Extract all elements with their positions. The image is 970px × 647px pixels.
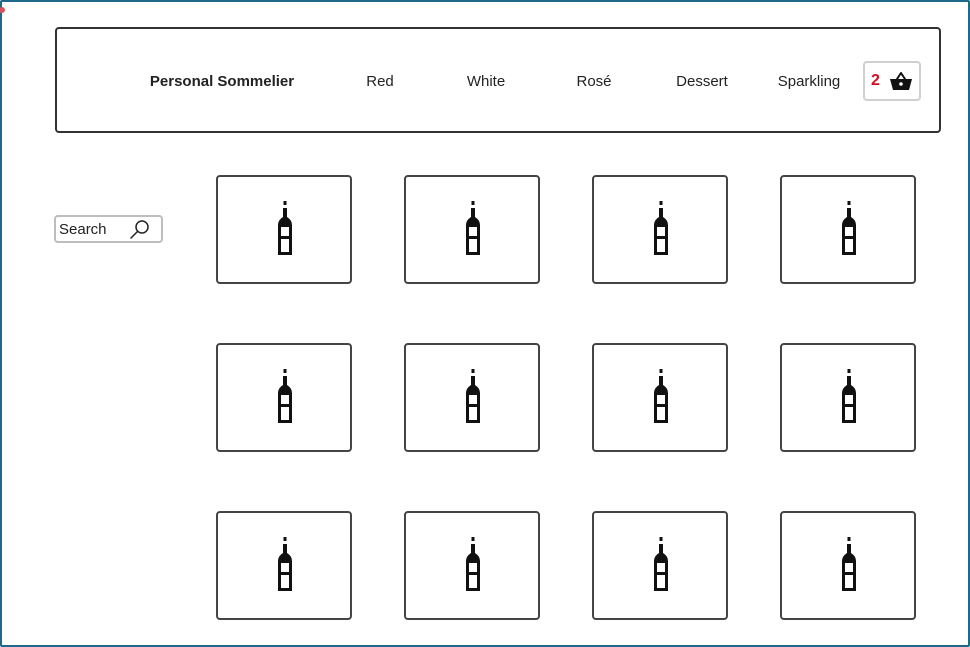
product-card[interactable] — [216, 343, 352, 452]
nav-item-dessert[interactable]: Dessert — [676, 73, 728, 90]
search-box — [54, 215, 163, 243]
wine-bottle-icon — [654, 369, 668, 423]
nav-item-sparkling[interactable]: Sparkling — [778, 73, 841, 90]
product-card[interactable] — [216, 511, 352, 620]
product-card[interactable] — [592, 511, 728, 620]
nav-item-white[interactable]: White — [467, 73, 505, 90]
wine-bottle-icon — [842, 369, 856, 423]
basket-icon — [889, 72, 912, 90]
nav-item-rose[interactable]: Rosé — [576, 73, 611, 90]
wine-bottle-icon — [842, 537, 856, 591]
product-card[interactable] — [592, 175, 728, 284]
wine-bottle-icon — [278, 537, 292, 591]
wine-bottle-icon — [278, 369, 292, 423]
cart-count-badge: 2 — [871, 72, 880, 89]
nav-item-red[interactable]: Red — [366, 73, 394, 90]
product-card[interactable] — [404, 175, 540, 284]
wine-bottle-icon — [466, 201, 480, 255]
top-navigation-bar: Personal Sommelier Red White Rosé Desser… — [55, 27, 941, 133]
search-icon[interactable] — [130, 219, 150, 239]
resize-handle[interactable] — [0, 7, 5, 13]
product-card[interactable] — [780, 343, 916, 452]
wine-bottle-icon — [466, 369, 480, 423]
product-card[interactable] — [404, 343, 540, 452]
wine-bottle-icon — [466, 537, 480, 591]
wine-bottle-icon — [654, 537, 668, 591]
product-card[interactable] — [780, 511, 916, 620]
wine-bottle-icon — [278, 201, 292, 255]
product-card[interactable] — [780, 175, 916, 284]
product-card[interactable] — [404, 511, 540, 620]
product-card[interactable] — [216, 175, 352, 284]
wine-bottle-icon — [842, 201, 856, 255]
product-card[interactable] — [592, 343, 728, 452]
cart-button[interactable]: 2 — [863, 61, 921, 101]
wine-bottle-icon — [654, 201, 668, 255]
search-input[interactable] — [59, 219, 129, 239]
brand-title[interactable]: Personal Sommelier — [150, 73, 294, 90]
